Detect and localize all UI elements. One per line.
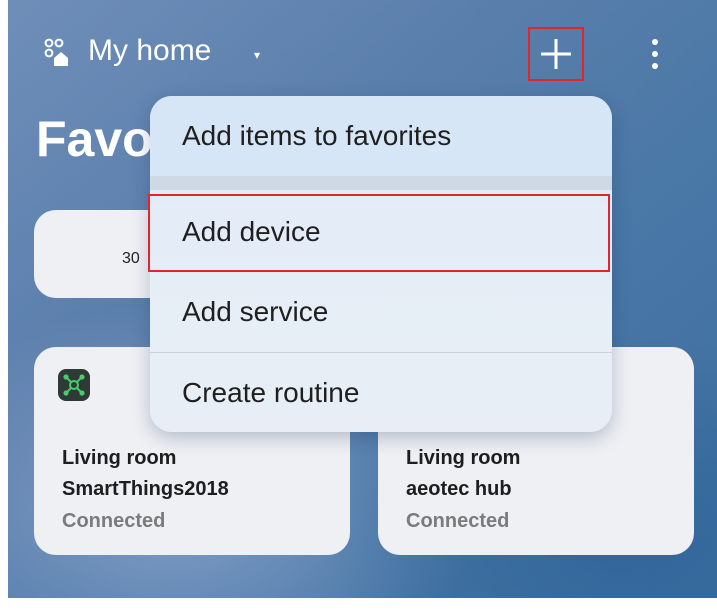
chevron-down-icon[interactable]: ▾: [254, 48, 260, 62]
home-selector-label[interactable]: My home: [88, 34, 211, 68]
more-dot: [652, 39, 658, 45]
device-room: Living room: [62, 447, 177, 469]
device-status: Connected: [62, 510, 166, 532]
menu-section-divider: [150, 176, 612, 190]
device-name: aeotec hub: [406, 478, 512, 500]
device-room: Living room: [406, 447, 521, 469]
more-dot: [652, 63, 658, 69]
menu-item-add-to-favorites[interactable]: Add items to favorites: [150, 96, 612, 176]
home-icon[interactable]: [44, 38, 74, 68]
add-button[interactable]: [528, 27, 584, 81]
plus-icon: [541, 39, 571, 69]
more-options-button[interactable]: [640, 34, 670, 74]
menu-item-add-service[interactable]: Add service: [150, 272, 612, 352]
hub-glyph-icon: [63, 374, 85, 396]
device-name: SmartThings2018: [62, 478, 229, 500]
menu-item-label: Add service: [182, 296, 329, 327]
left-border: [0, 0, 8, 611]
bottom-border: [0, 598, 717, 611]
more-dot: [652, 51, 658, 57]
hub-icon: [58, 369, 90, 401]
menu-item-label: Create routine: [182, 376, 360, 408]
device-status: Connected: [406, 510, 510, 532]
app-screen: My home ▾ Favorites 30 Living room Smart…: [0, 0, 717, 611]
add-device-highlight: [148, 194, 610, 272]
favorite-tile-value: 30: [122, 250, 140, 267]
menu-item-label: Add items to favorites: [182, 120, 452, 151]
menu-item-create-routine[interactable]: Create routine: [150, 353, 612, 432]
